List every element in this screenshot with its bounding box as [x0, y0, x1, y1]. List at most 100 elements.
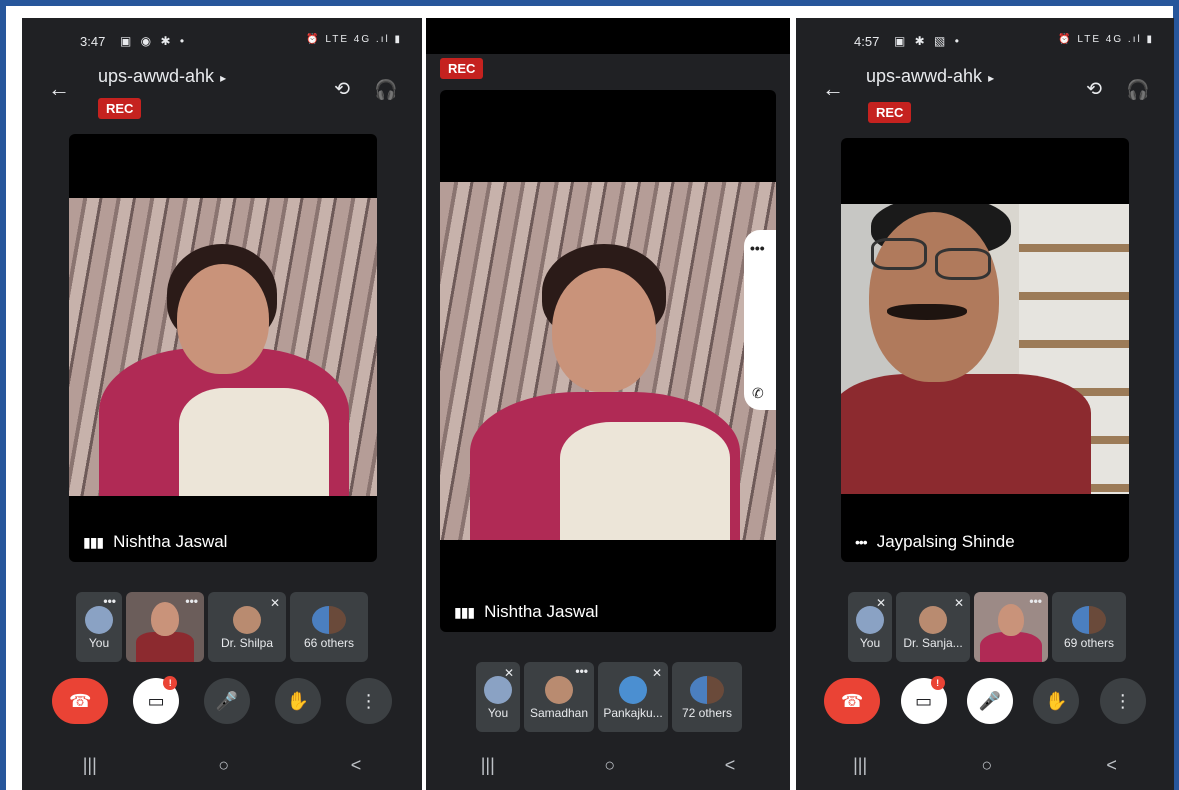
participant-label: Pankajku...	[603, 706, 663, 720]
android-nav-bar: ||| ○ <	[22, 750, 422, 780]
speaker-name-label: ••• Jaypalsing Shinde	[855, 532, 1015, 552]
mic-off-icon: ✕	[953, 596, 964, 610]
participant-thumb-you[interactable]: ✕ You	[848, 592, 892, 662]
speaker-name-label: ▮▮▮ Nishtha Jaswal	[454, 602, 598, 622]
more-dots-icon[interactable]: •••	[750, 240, 765, 256]
group-avatar	[312, 606, 346, 634]
participant-thumb-video[interactable]: •••	[974, 592, 1048, 662]
call-controls: ☎ ▭! 🎤 ✋ ⋮	[796, 676, 1174, 724]
more-dots-icon[interactable]: •••	[185, 594, 198, 608]
status-time: 3:47	[80, 34, 106, 49]
switch-camera-icon[interactable]: ⟲	[1086, 78, 1102, 101]
main-video-tile[interactable]: ••• ✆ ▮▮▮ Nishtha Jaswal	[440, 90, 776, 632]
end-call-icon: ☎	[840, 690, 864, 711]
avatar	[545, 676, 573, 704]
status-right-icons: ⏰ LTE 4G .ıl ▮	[1058, 34, 1154, 45]
meeting-title-text: ups-awwd-ahk	[98, 66, 215, 86]
nav-back-icon[interactable]: <	[725, 755, 736, 776]
recents-icon[interactable]: |||	[853, 755, 867, 776]
more-vert-icon: ⋮	[1113, 690, 1132, 711]
participant-thumb-others[interactable]: 72 others	[672, 662, 742, 732]
raise-hand-button[interactable]: ✋	[274, 678, 321, 724]
avatar	[919, 606, 947, 634]
recents-icon[interactable]: |||	[83, 755, 97, 776]
participant-thumb-others[interactable]: 66 others	[290, 592, 368, 662]
camera-toggle-button[interactable]: ▭!	[133, 676, 180, 724]
participant-thumb-samadhan[interactable]: ••• Samadhan	[524, 662, 594, 732]
main-video-tile[interactable]: ••• Jaypalsing Shinde	[841, 138, 1129, 562]
switch-camera-icon[interactable]: ⟲	[334, 78, 350, 101]
audio-level-icon: ▮▮▮	[83, 534, 104, 550]
participant-face	[151, 602, 179, 636]
participant-label: 72 others	[681, 706, 733, 720]
participant-thumb-video[interactable]: •••	[126, 592, 204, 662]
participant-thumb-you[interactable]: ✕ You	[476, 662, 520, 732]
camera-off-icon: ▭	[147, 690, 165, 711]
hand-icon: ✋	[1045, 690, 1068, 711]
participant-thumb-others[interactable]: 69 others	[1052, 592, 1126, 662]
participant-thumb-dr-shilpa[interactable]: ✕ Dr. Shilpa	[208, 592, 286, 662]
participant-label: You	[88, 636, 110, 650]
participant-thumb-pankajku[interactable]: ✕ Pankajku...	[598, 662, 668, 732]
end-call-icon: ☎	[69, 690, 92, 711]
recents-icon[interactable]: |||	[481, 755, 495, 776]
speaker-video	[69, 198, 377, 496]
speaker-face	[552, 268, 656, 392]
participant-thumb-dr-sanja[interactable]: ✕ Dr. Sanja...	[896, 592, 970, 662]
participant-thumb-you[interactable]: ••• You	[76, 592, 122, 662]
speaker-white-drape	[560, 422, 730, 540]
participant-shirt	[136, 632, 194, 662]
status-bar: 3:47 ▣ ◉ ✱ • ⏰ LTE 4G .ıl ▮	[22, 32, 422, 52]
headphones-icon[interactable]: 🎧	[1126, 78, 1150, 102]
more-dots-icon[interactable]: •••	[575, 664, 588, 678]
meeting-header: ← ups-awwd-ahk ▸ REC ⟲ 🎧	[22, 66, 422, 126]
more-options-button[interactable]: ⋮	[345, 678, 392, 724]
nav-back-icon[interactable]: <	[1106, 755, 1117, 776]
speaker-name-label: ▮▮▮ Nishtha Jaswal	[83, 532, 227, 552]
more-vert-icon: ⋮	[359, 690, 378, 711]
camera-toggle-button[interactable]: ▭!	[900, 676, 947, 724]
meeting-title[interactable]: ups-awwd-ahk ▸	[866, 66, 994, 87]
phone-screenshot-3: 4:57 ▣ ✱ ▧ • ⏰ LTE 4G .ıl ▮ ← ups-awwd-a…	[796, 18, 1174, 790]
home-icon[interactable]: ○	[604, 755, 615, 776]
participant-strip: ••• You ••• ✕ Dr. Shilpa 66 others	[76, 592, 368, 662]
more-dots-icon[interactable]: •••	[1029, 594, 1042, 608]
mic-icon: 🎤	[215, 690, 239, 711]
participant-label: 69 others	[1063, 636, 1115, 650]
phone-icon[interactable]: ✆	[752, 385, 764, 402]
mic-toggle-button[interactable]: 🎤	[966, 678, 1013, 724]
more-options-button[interactable]: ⋮	[1099, 678, 1146, 724]
mic-toggle-button[interactable]: 🎤	[203, 678, 250, 724]
audio-level-icon: ▮▮▮	[454, 604, 475, 620]
top-black-bar	[426, 18, 790, 54]
back-arrow-icon[interactable]: ←	[48, 76, 70, 102]
speaker-video	[440, 182, 776, 540]
avatar	[856, 606, 884, 634]
mic-off-icon: 🎤	[978, 690, 1002, 711]
participant-face	[998, 604, 1024, 636]
home-icon[interactable]: ○	[218, 755, 229, 776]
nav-back-icon[interactable]: <	[351, 755, 362, 776]
status-bar: 4:57 ▣ ✱ ▧ • ⏰ LTE 4G .ıl ▮	[796, 32, 1174, 52]
participant-strip: ✕ You ✕ Dr. Sanja... ••• 69 others	[848, 592, 1126, 662]
group-avatar	[1072, 606, 1106, 634]
status-left-icons: ▣ ◉ ✱ •	[120, 34, 188, 48]
end-call-button[interactable]: ☎	[824, 678, 881, 724]
home-icon[interactable]: ○	[981, 755, 992, 776]
speaker-name: Jaypalsing Shinde	[876, 532, 1015, 551]
caret-right-icon: ▸	[988, 71, 995, 85]
end-call-button[interactable]: ☎	[52, 678, 109, 724]
meeting-title[interactable]: ups-awwd-ahk ▸	[98, 66, 226, 87]
speaker-name: Nishtha Jaswal	[113, 532, 228, 551]
side-call-panel[interactable]: ••• ✆	[744, 230, 776, 410]
headphones-icon[interactable]: 🎧	[374, 78, 398, 102]
status-right-icons: ⏰ LTE 4G .ıl ▮	[306, 34, 402, 45]
back-arrow-icon[interactable]: ←	[822, 76, 844, 102]
raise-hand-button[interactable]: ✋	[1033, 678, 1080, 724]
speaker-glasses-left	[871, 238, 927, 270]
phone-screenshot-1: 3:47 ▣ ◉ ✱ • ⏰ LTE 4G .ıl ▮ ← ups-awwd-a…	[22, 18, 422, 790]
main-video-tile[interactable]: ▮▮▮ Nishtha Jaswal	[69, 134, 377, 562]
participant-strip: ✕ You ••• Samadhan ✕ Pankajku... 72 othe…	[476, 662, 742, 732]
more-dots-icon[interactable]: •••	[103, 594, 116, 608]
status-time: 4:57	[854, 34, 880, 49]
